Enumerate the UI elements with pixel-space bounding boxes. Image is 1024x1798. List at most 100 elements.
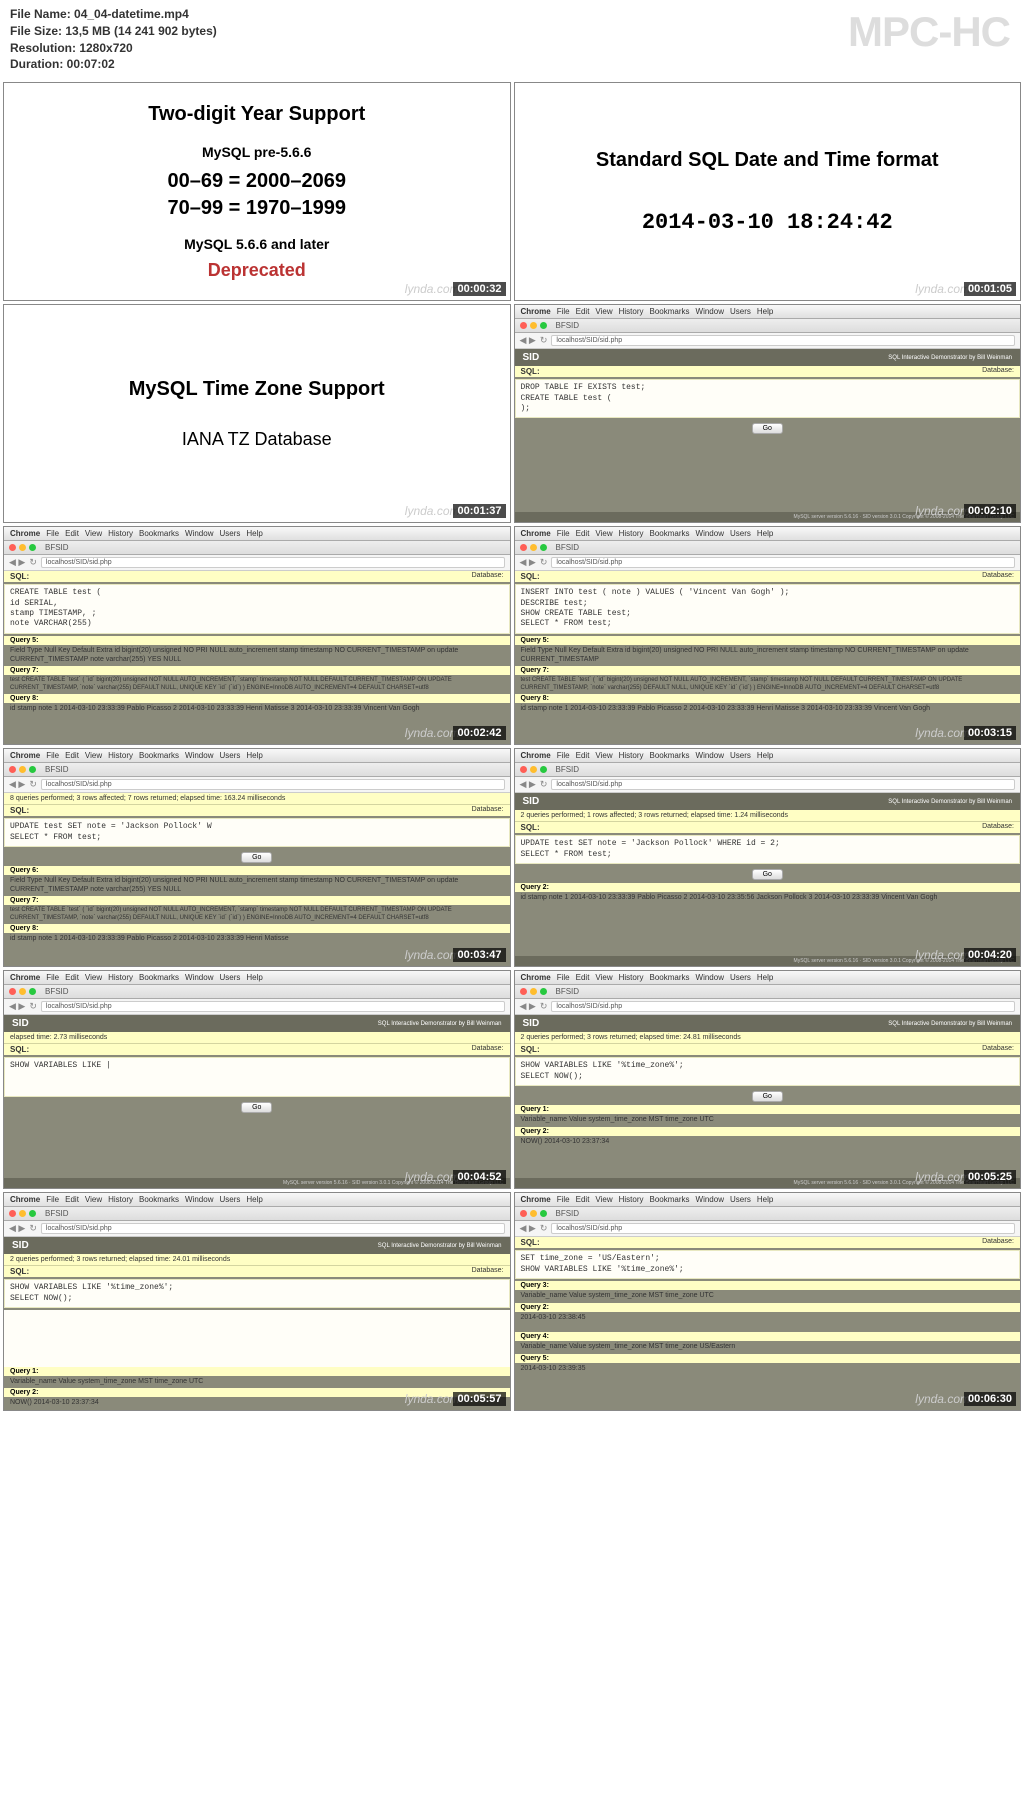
close-icon[interactable] bbox=[520, 322, 527, 329]
minimize-icon[interactable] bbox=[19, 766, 26, 773]
url-bar[interactable]: ◀ ▶ ↻localhost/SID/sid.php bbox=[515, 555, 1021, 571]
zoom-icon[interactable] bbox=[540, 544, 547, 551]
window-controls[interactable]: BFSID bbox=[4, 985, 510, 999]
zoom-icon[interactable] bbox=[540, 766, 547, 773]
thumb-4[interactable]: ChromeFileEditViewHistoryBookmarksWindow… bbox=[514, 304, 1022, 523]
close-icon[interactable] bbox=[9, 1210, 16, 1217]
back-icon[interactable]: ◀ ▶ bbox=[520, 779, 536, 790]
minimize-icon[interactable] bbox=[19, 1210, 26, 1217]
zoom-icon[interactable] bbox=[540, 1210, 547, 1217]
close-icon[interactable] bbox=[520, 988, 527, 995]
zoom-icon[interactable] bbox=[540, 988, 547, 995]
minimize-icon[interactable] bbox=[19, 544, 26, 551]
thumb-9[interactable]: ChromeFileEditViewHistoryBookmarksWindow… bbox=[3, 970, 511, 1189]
thumb-5[interactable]: ChromeFileEditViewHistoryBookmarksWindow… bbox=[3, 526, 511, 745]
sql-input[interactable]: SHOW VARIABLES LIKE '%time_zone%'; SELEC… bbox=[515, 1057, 1021, 1086]
back-icon[interactable]: ◀ ▶ bbox=[520, 557, 536, 568]
back-icon[interactable]: ◀ ▶ bbox=[9, 1223, 25, 1234]
url-bar[interactable]: ◀ ▶ ↻ localhost/SID/sid.php bbox=[4, 1221, 510, 1237]
menu-bar[interactable]: ChromeFileEditViewHistoryBookmarksWindow… bbox=[515, 971, 1021, 985]
window-controls[interactable]: BFSID bbox=[515, 1207, 1021, 1221]
back-icon[interactable]: ◀ ▶ bbox=[520, 1001, 536, 1012]
back-icon[interactable]: ◀ ▶ bbox=[9, 557, 25, 568]
url-field[interactable]: localhost/SID/sid.php bbox=[551, 557, 1015, 568]
minimize-icon[interactable] bbox=[530, 544, 537, 551]
reload-icon[interactable]: ↻ bbox=[29, 1223, 37, 1234]
url-bar[interactable]: ◀ ▶ ↻ localhost/SID/sid.php bbox=[4, 555, 510, 571]
url-field[interactable]: localhost/SID/sid.php bbox=[551, 335, 1015, 346]
thumb-10[interactable]: ChromeFileEditViewHistoryBookmarksWindow… bbox=[514, 970, 1022, 1189]
sql-input[interactable]: SET time_zone = 'US/Eastern'; SHOW VARIA… bbox=[515, 1250, 1021, 1279]
thumb-2[interactable]: Standard SQL Date and Time format 2014-0… bbox=[514, 82, 1022, 301]
url-bar[interactable]: ◀ ▶ ↻localhost/SID/sid.php bbox=[515, 777, 1021, 793]
menu-bar[interactable]: ChromeFileEditViewHistoryBookmarksWindow… bbox=[515, 749, 1021, 763]
zoom-icon[interactable] bbox=[29, 766, 36, 773]
sql-input[interactable]: CREATE TABLE test ( id SERIAL, stamp TIM… bbox=[4, 584, 510, 634]
url-field[interactable]: localhost/SID/sid.php bbox=[41, 1223, 505, 1234]
thumb-3[interactable]: MySQL Time Zone Support IANA TZ Database… bbox=[3, 304, 511, 523]
back-icon[interactable]: ◀ ▶ bbox=[9, 1001, 25, 1012]
close-icon[interactable] bbox=[9, 988, 16, 995]
go-button[interactable]: Go bbox=[752, 1091, 783, 1102]
go-button[interactable]: Go bbox=[241, 852, 272, 863]
url-bar[interactable]: ◀ ▶ ↻localhost/SID/sid.php bbox=[515, 333, 1021, 349]
url-bar[interactable]: ◀ ▶↻localhost/SID/sid.php bbox=[515, 999, 1021, 1015]
minimize-icon[interactable] bbox=[19, 988, 26, 995]
window-controls[interactable]: BFSID bbox=[515, 763, 1021, 777]
reload-icon[interactable]: ↻ bbox=[540, 335, 548, 346]
window-controls[interactable]: BFSID bbox=[4, 541, 510, 555]
minimize-icon[interactable] bbox=[530, 1210, 537, 1217]
url-field[interactable]: localhost/SID/sid.php bbox=[551, 1001, 1015, 1012]
sql-input[interactable]: SHOW VARIABLES LIKE | bbox=[4, 1057, 510, 1097]
menu-bar[interactable]: ChromeFileEditViewHistoryBookmarksWindow… bbox=[515, 527, 1021, 541]
sql-input[interactable]: DROP TABLE IF EXISTS test; CREATE TABLE … bbox=[515, 379, 1021, 418]
back-icon[interactable]: ◀ ▶ bbox=[520, 1223, 536, 1234]
reload-icon[interactable]: ↻ bbox=[29, 1001, 37, 1012]
thumb-8[interactable]: ChromeFileEditViewHistoryBookmarksWindow… bbox=[514, 748, 1022, 967]
minimize-icon[interactable] bbox=[530, 988, 537, 995]
back-icon[interactable]: ◀ ▶ bbox=[520, 335, 536, 346]
menu-bar[interactable]: ChromeFileEditViewHistoryBookmarksWindow… bbox=[4, 1193, 510, 1207]
window-controls[interactable]: BFSID bbox=[4, 1207, 510, 1221]
zoom-icon[interactable] bbox=[29, 544, 36, 551]
reload-icon[interactable]: ↻ bbox=[540, 779, 548, 790]
back-icon[interactable]: ◀ ▶ bbox=[9, 779, 25, 790]
close-icon[interactable] bbox=[9, 544, 16, 551]
sql-input[interactable]: UPDATE test SET note = 'Jackson Pollock'… bbox=[4, 818, 510, 847]
go-button[interactable]: Go bbox=[241, 1102, 272, 1113]
thumb-1[interactable]: Two-digit Year Support MySQL pre-5.6.6 0… bbox=[3, 82, 511, 301]
close-icon[interactable] bbox=[9, 766, 16, 773]
sql-input[interactable]: SHOW VARIABLES LIKE '%time_zone%'; SELEC… bbox=[4, 1279, 510, 1308]
thumb-12[interactable]: ChromeFileEditViewHistoryBookmarksWindow… bbox=[514, 1192, 1022, 1411]
thumb-7[interactable]: ChromeFileEditViewHistoryBookmarksWindow… bbox=[3, 748, 511, 967]
url-field[interactable]: localhost/SID/sid.php bbox=[41, 557, 505, 568]
menu-bar[interactable]: ChromeFileEditViewHistoryBookmarksWindow… bbox=[4, 527, 510, 541]
thumb-6[interactable]: ChromeFileEditViewHistoryBookmarksWindow… bbox=[514, 526, 1022, 745]
reload-icon[interactable]: ↻ bbox=[540, 1223, 548, 1234]
url-field[interactable]: localhost/SID/sid.php bbox=[551, 1223, 1015, 1234]
zoom-icon[interactable] bbox=[29, 1210, 36, 1217]
window-controls[interactable]: BFSID bbox=[515, 985, 1021, 999]
menu-bar[interactable]: ChromeFileEditViewHistoryBookmarksWindow… bbox=[515, 305, 1021, 319]
url-field[interactable]: localhost/SID/sid.php bbox=[41, 1001, 505, 1012]
go-button[interactable]: Go bbox=[752, 869, 783, 880]
menu-bar[interactable]: ChromeFileEditViewHistoryBookmarksWindow… bbox=[4, 749, 510, 763]
zoom-icon[interactable] bbox=[540, 322, 547, 329]
minimize-icon[interactable] bbox=[530, 766, 537, 773]
minimize-icon[interactable] bbox=[530, 322, 537, 329]
url-field[interactable]: localhost/SID/sid.php bbox=[41, 779, 505, 790]
reload-icon[interactable]: ↻ bbox=[540, 557, 548, 568]
close-icon[interactable] bbox=[520, 1210, 527, 1217]
window-controls[interactable]: BFSID bbox=[4, 763, 510, 777]
menu-bar[interactable]: ChromeFileEditViewHistoryBookmarksWindow… bbox=[515, 1193, 1021, 1207]
url-bar[interactable]: ◀ ▶ ↻ localhost/SID/sid.php bbox=[4, 777, 510, 793]
window-controls[interactable]: BFSID bbox=[515, 541, 1021, 555]
zoom-icon[interactable] bbox=[29, 988, 36, 995]
reload-icon[interactable]: ↻ bbox=[29, 557, 37, 568]
window-controls[interactable]: BFSID bbox=[515, 319, 1021, 333]
url-field[interactable]: localhost/SID/sid.php bbox=[551, 779, 1015, 790]
sql-input[interactable]: UPDATE test SET note = 'Jackson Pollock'… bbox=[515, 835, 1021, 864]
close-icon[interactable] bbox=[520, 766, 527, 773]
reload-icon[interactable]: ↻ bbox=[29, 779, 37, 790]
close-icon[interactable] bbox=[520, 544, 527, 551]
